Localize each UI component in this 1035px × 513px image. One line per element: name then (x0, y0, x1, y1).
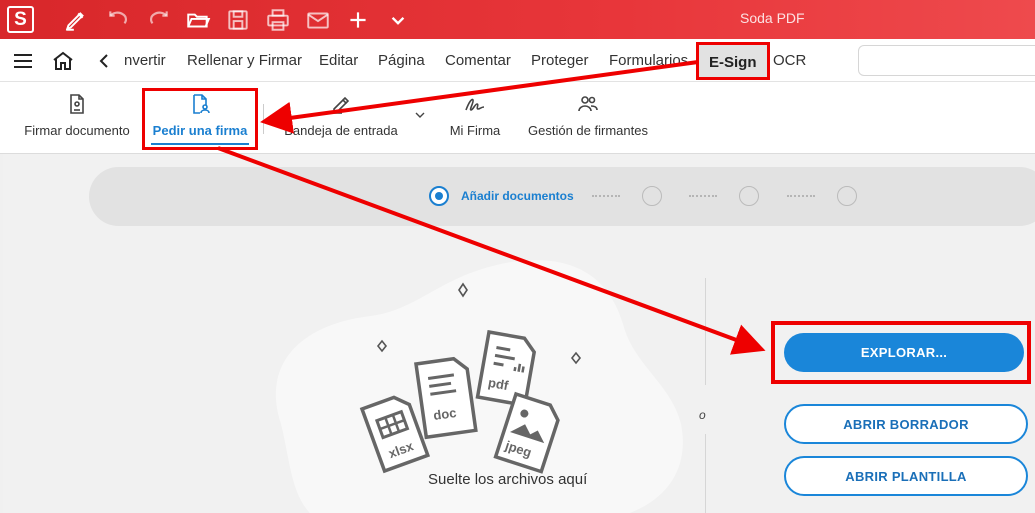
search-input[interactable] (858, 45, 1035, 76)
main-content: Añadir documentos xlsx doc pdf jpeg Suel… (3, 154, 1035, 513)
menu-item-formularios[interactable]: Formularios (609, 52, 688, 69)
step-1-label: Añadir documentos (461, 189, 574, 203)
open-draft-button[interactable]: ABRIR BORRADOR (784, 404, 1028, 444)
step-connector (689, 195, 717, 197)
open-template-button[interactable]: ABRIR PLANTILLA (784, 456, 1028, 496)
doc-file-icon: doc (414, 356, 478, 440)
ribbon-bandeja-de-entrada[interactable]: Bandeja de entrada (278, 82, 404, 154)
pdf-file-icon: pdf (475, 329, 537, 408)
step-4-indicator (837, 186, 857, 206)
menu-item-pagina[interactable]: Página (378, 52, 425, 69)
pen-icon[interactable] (63, 7, 89, 33)
ribbon-label: Bandeja de entrada (284, 123, 398, 138)
title-bar: S Soda PDF (0, 0, 1035, 39)
ribbon-divider (263, 104, 264, 134)
menu-item-e-sign[interactable]: E-Sign (696, 42, 770, 80)
menu-item-ocr[interactable]: OCR (773, 52, 806, 69)
chevron-down-icon[interactable] (385, 7, 411, 33)
step-3-indicator (739, 186, 759, 206)
ribbon-gestion-de-firmantes[interactable]: Gestión de firmantes (524, 82, 652, 154)
ribbon-label: Pedir una firma (152, 123, 248, 138)
ribbon-label: Mi Firma (449, 123, 501, 138)
redo-icon[interactable] (145, 7, 171, 33)
menu-item-rellenar-y-firmar[interactable]: Rellenar y Firmar (187, 52, 302, 69)
selected-indicator (151, 143, 249, 145)
step-connector (787, 195, 815, 197)
open-folder-icon[interactable] (185, 7, 211, 33)
hamburger-menu-icon[interactable] (11, 49, 35, 73)
undo-icon[interactable] (106, 7, 132, 33)
ribbon-firmar-documento[interactable]: Firmar documento (18, 82, 136, 154)
menu-item-comentar[interactable]: Comentar (445, 52, 511, 69)
save-icon[interactable] (225, 7, 251, 33)
explore-button[interactable]: EXPLORAR... (784, 333, 1024, 372)
inbox-pen-icon (332, 96, 350, 114)
doc-label: doc (432, 405, 457, 423)
home-icon[interactable] (51, 49, 75, 73)
esign-ribbon: Firmar documento Pedir una firma Bandeja… (0, 82, 1035, 154)
step-connector (592, 195, 620, 197)
signers-icon (578, 96, 598, 112)
add-icon[interactable] (345, 7, 371, 33)
menu-item-convertir[interactable]: nvertir (124, 52, 166, 69)
drop-hint: Suelte los archivos aquí (428, 471, 588, 488)
print-icon[interactable] (265, 7, 291, 33)
window-title: Soda PDF (740, 10, 805, 26)
ribbon-mi-firma[interactable]: Mi Firma (440, 82, 510, 154)
ribbon-label: Gestión de firmantes (528, 123, 648, 138)
sign-document-icon (70, 94, 84, 114)
progress-stepper: Añadir documentos (89, 167, 1035, 226)
separator-line (705, 278, 706, 385)
menu-item-editar[interactable]: Editar (319, 52, 358, 69)
signature-icon (465, 98, 485, 111)
request-signature-icon (193, 94, 210, 114)
ribbon-label: Firmar documento (24, 123, 130, 138)
chevron-left-icon[interactable] (92, 49, 116, 73)
step-2-indicator (642, 186, 662, 206)
step-1-indicator (429, 186, 449, 206)
chevron-down-icon[interactable] (413, 108, 427, 122)
app-logo[interactable]: S (7, 6, 34, 33)
menu-bar: nvertir Rellenar y Firmar Editar Página … (0, 39, 1035, 82)
ribbon-pedir-una-firma[interactable]: Pedir una firma (142, 88, 258, 150)
separator-line (705, 434, 706, 513)
or-separator: o (699, 408, 706, 422)
menu-item-proteger[interactable]: Proteger (531, 52, 589, 69)
email-icon[interactable] (305, 7, 331, 33)
